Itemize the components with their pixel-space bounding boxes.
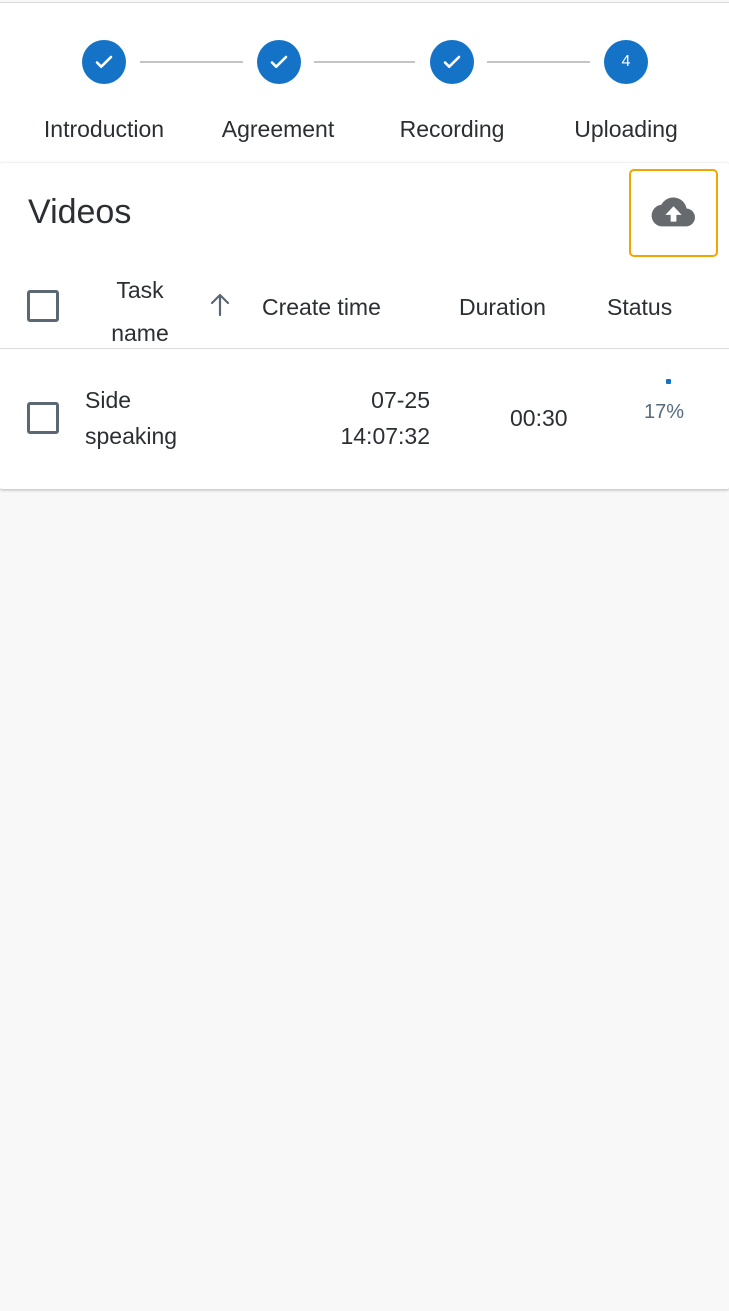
page: 4 Introduction Agreement Recording Uploa… — [0, 0, 729, 1311]
task-name-line-2: speaking — [85, 423, 178, 449]
table-header-divider — [0, 348, 729, 349]
column-header-duration[interactable]: Duration — [459, 294, 546, 321]
duration-value: 00:30 — [510, 405, 568, 431]
videos-title: Videos — [28, 193, 132, 231]
videos-card: Videos Task name Create time Duration St… — [0, 163, 729, 489]
step-recording-check-icon — [430, 40, 474, 84]
cloud-upload-icon — [651, 197, 695, 227]
step-label-agreement: Agreement — [221, 116, 335, 142]
create-time-clock: 14:07:32 — [340, 423, 430, 449]
step-label-introduction: Introduction — [43, 116, 165, 142]
sort-ascending-arrow-icon[interactable] — [206, 291, 234, 319]
step-connector — [140, 61, 243, 63]
create-time-date: 07-25 — [371, 387, 430, 413]
step-agreement-check-icon — [257, 40, 301, 84]
step-uploading-indicator: 4 — [604, 40, 648, 84]
upload-button[interactable] — [629, 169, 718, 257]
step-introduction-check-icon — [82, 40, 126, 84]
row-select-checkbox[interactable] — [27, 402, 59, 434]
step-label-recording: Recording — [399, 116, 505, 142]
column-header-task-name[interactable]: Task name — [100, 269, 180, 355]
column-header-status[interactable]: Status — [607, 294, 672, 321]
step-label-uploading: Uploading — [574, 116, 678, 142]
progress-stepper: 4 Introduction Agreement Recording Uploa… — [0, 3, 729, 163]
task-name-line-1: Side — [85, 387, 132, 413]
step-connector — [487, 61, 590, 63]
step-number: 4 — [621, 53, 631, 70]
upload-progress-percent: 17% — [644, 401, 685, 423]
column-header-create-time[interactable]: Create time — [262, 294, 381, 321]
select-all-checkbox[interactable] — [27, 290, 59, 322]
upload-progress-spinner — [666, 379, 671, 384]
step-connector — [314, 61, 415, 63]
